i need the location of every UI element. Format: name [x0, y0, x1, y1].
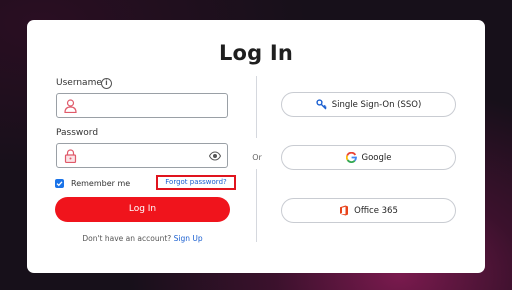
remember-checkbox[interactable] — [55, 179, 64, 188]
password-label: Password — [56, 128, 99, 138]
key-icon — [316, 99, 327, 110]
google-button[interactable]: Google — [281, 145, 456, 170]
username-input[interactable] — [83, 97, 203, 114]
lock-icon — [64, 149, 77, 163]
sso-label: Single Sign-On (SSO) — [331, 99, 422, 110]
eye-icon[interactable] — [209, 151, 221, 161]
divider-line-top — [256, 76, 257, 138]
forgot-password-link[interactable]: Forgot password? — [156, 175, 236, 190]
username-label: Username — [56, 78, 102, 88]
signup-line: Don't have an account? Sign Up — [55, 234, 230, 243]
remember-label: Remember me — [71, 179, 131, 188]
signup-link[interactable]: Sign Up — [174, 234, 203, 243]
google-icon — [345, 152, 357, 163]
office365-button[interactable]: Office 365 — [281, 198, 456, 223]
info-icon[interactable]: i — [101, 78, 112, 89]
or-label: Or — [252, 153, 262, 162]
page-title: Log In — [218, 41, 294, 65]
user-icon — [64, 99, 77, 113]
login-card: Log In Username i Password Remember me F… — [27, 20, 485, 273]
divider-line-bottom — [256, 169, 257, 242]
google-label: Google — [361, 152, 392, 163]
login-button[interactable]: Log In — [55, 197, 230, 222]
office-icon — [340, 205, 349, 216]
no-account-text: Don't have an account? — [82, 234, 172, 243]
password-field[interactable] — [56, 143, 228, 168]
office365-label: Office 365 — [354, 205, 398, 216]
username-field[interactable] — [56, 93, 228, 118]
sso-button[interactable]: Single Sign-On (SSO) — [281, 92, 456, 117]
password-input[interactable] — [83, 147, 203, 164]
check-icon — [56, 181, 63, 187]
